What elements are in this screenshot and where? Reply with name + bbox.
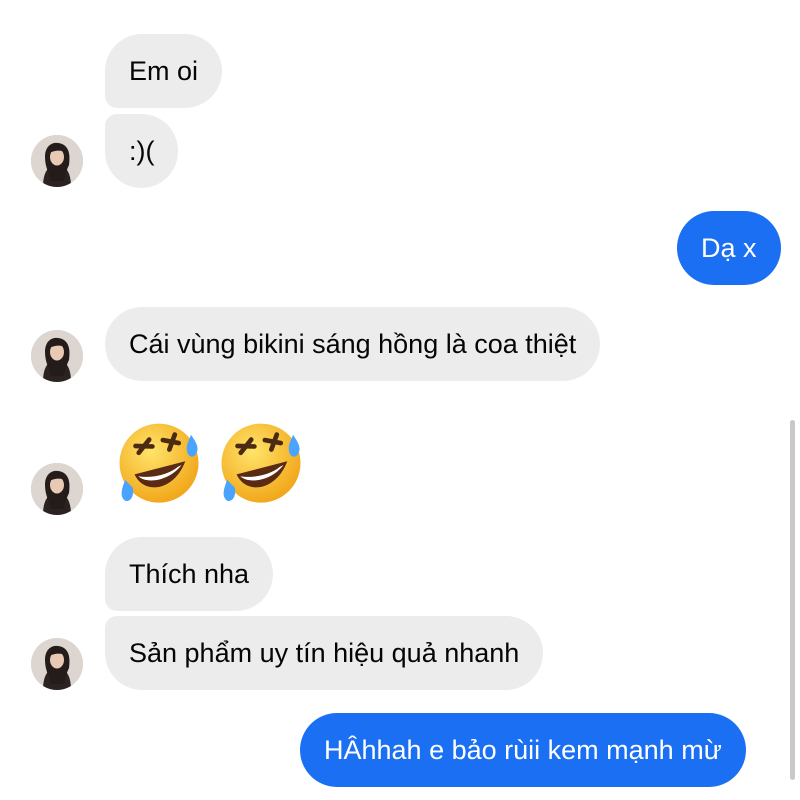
incoming-message[interactable]: Em oi — [105, 34, 223, 108]
message-text: Em oi — [129, 55, 199, 86]
message-text: Cái vùng bikini sáng hồng là coa thiệt — [129, 328, 577, 359]
message-text: HÂhhah e bảo rùii kem mạnh mừ — [324, 734, 722, 765]
scrollbar[interactable] — [790, 420, 795, 780]
rolling-on-floor-laughing-icon — [221, 423, 301, 503]
avatar-photo-icon — [31, 330, 83, 382]
contact-avatar[interactable] — [31, 463, 83, 515]
incoming-message[interactable]: Thích nha — [105, 537, 274, 611]
contact-avatar[interactable] — [31, 330, 83, 382]
avatar-photo-icon — [31, 135, 83, 187]
rolling-on-floor-laughing-icon — [119, 423, 199, 503]
contact-avatar[interactable] — [31, 135, 83, 187]
message-text: Sản phẩm uy tín hiệu quả nhanh — [129, 637, 520, 668]
outgoing-message[interactable]: HÂhhah e bảo rùii kem mạnh mừ — [300, 713, 746, 787]
message-text: Thích nha — [129, 558, 250, 589]
avatar-photo-icon — [31, 638, 83, 690]
message-text: Dạ x — [701, 232, 757, 263]
incoming-message[interactable]: Sản phẩm uy tín hiệu quả nhanh — [105, 616, 544, 690]
contact-avatar[interactable] — [31, 638, 83, 690]
incoming-message[interactable]: Cái vùng bikini sáng hồng là coa thiệt — [105, 307, 601, 381]
avatar-photo-icon — [31, 463, 83, 515]
message-text: :)( — [129, 135, 155, 166]
incoming-message[interactable]: :)( — [105, 114, 179, 188]
outgoing-message[interactable]: Dạ x — [677, 211, 781, 285]
